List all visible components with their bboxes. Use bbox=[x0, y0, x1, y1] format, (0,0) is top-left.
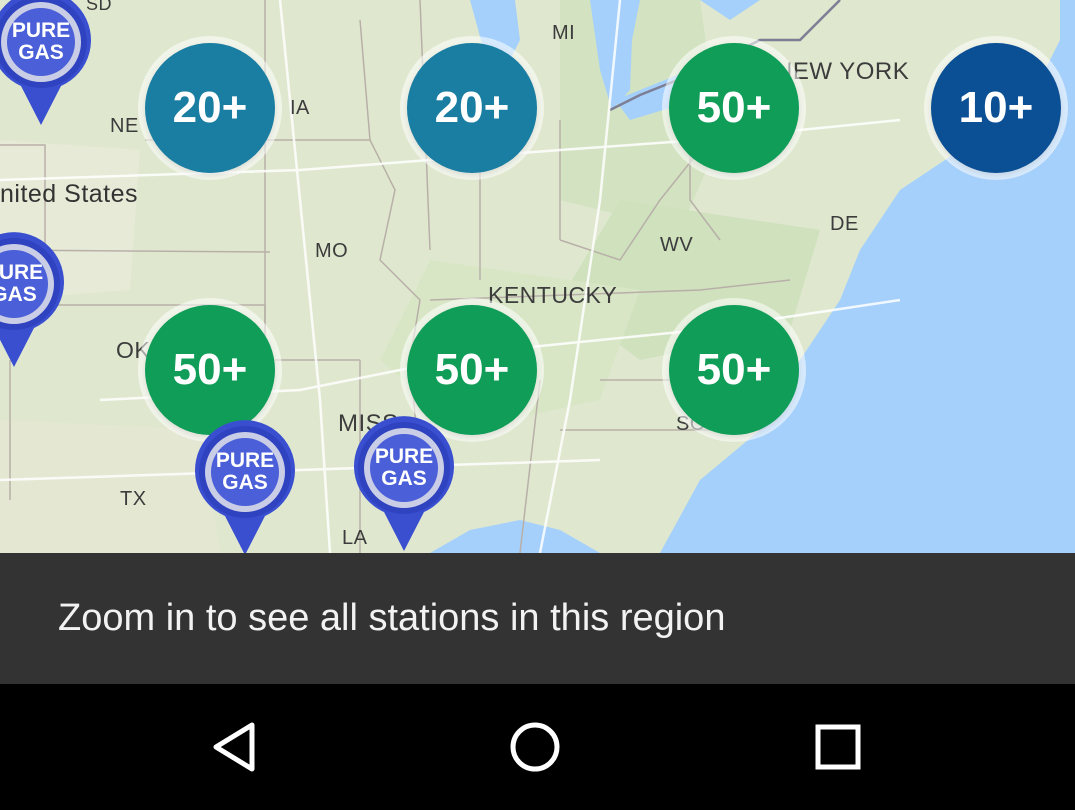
recents-button[interactable] bbox=[778, 704, 898, 790]
pin-brand-line2: GAS bbox=[0, 283, 37, 306]
pure-gas-pin-marker[interactable]: PUREGAS bbox=[348, 416, 460, 551]
map-label-united-states: nited States bbox=[0, 180, 139, 208]
station-cluster-marker[interactable]: 20+ bbox=[407, 43, 537, 173]
toast-message: Zoom in to see all stations in this regi… bbox=[58, 597, 726, 639]
map-label-mi: MI bbox=[552, 22, 576, 44]
map-label-new-york: NEW YORK bbox=[775, 58, 910, 85]
recents-icon bbox=[815, 724, 861, 770]
pin-brand-line1: PURE bbox=[215, 449, 275, 472]
system-navigation-bar bbox=[0, 684, 1075, 810]
map-view[interactable]: SD MI NEW YORK NE IA nited States DE MO … bbox=[0, 0, 1075, 553]
station-cluster-marker[interactable]: 20+ bbox=[145, 43, 275, 173]
zoom-hint-toast: Zoom in to see all stations in this regi… bbox=[0, 553, 1075, 684]
pin-brand-line2: GAS bbox=[381, 467, 427, 490]
map-label-ia: IA bbox=[290, 97, 310, 119]
pure-gas-pin-marker[interactable]: PUREGAS bbox=[189, 420, 301, 553]
pin-brand-line1: PURE bbox=[0, 261, 44, 284]
station-cluster-marker[interactable]: 50+ bbox=[669, 305, 799, 435]
home-button[interactable] bbox=[475, 704, 595, 790]
pin-brand-line2: GAS bbox=[222, 471, 268, 494]
map-label-ne: NE bbox=[110, 115, 139, 137]
map-label-wv: WV bbox=[660, 234, 694, 256]
back-icon bbox=[213, 722, 255, 772]
home-icon bbox=[510, 722, 560, 772]
map-label-kentucky: KENTUCKY bbox=[488, 282, 618, 308]
station-cluster-marker[interactable]: 50+ bbox=[145, 305, 275, 435]
station-cluster-marker[interactable]: 50+ bbox=[669, 43, 799, 173]
pure-gas-pin-marker[interactable]: PUREGAS bbox=[0, 0, 97, 125]
map-label-mo: MO bbox=[315, 240, 349, 262]
pin-brand-line2: GAS bbox=[18, 41, 64, 64]
station-cluster-marker[interactable]: 10+ bbox=[931, 43, 1061, 173]
pin-brand-line1: PURE bbox=[374, 445, 434, 468]
map-label-de: DE bbox=[830, 213, 859, 235]
pin-brand-line1: PURE bbox=[11, 19, 71, 42]
back-button[interactable] bbox=[174, 704, 294, 790]
map-label-tx: TX bbox=[120, 488, 147, 510]
pure-gas-pin-marker[interactable]: PUREGAS bbox=[0, 232, 70, 367]
